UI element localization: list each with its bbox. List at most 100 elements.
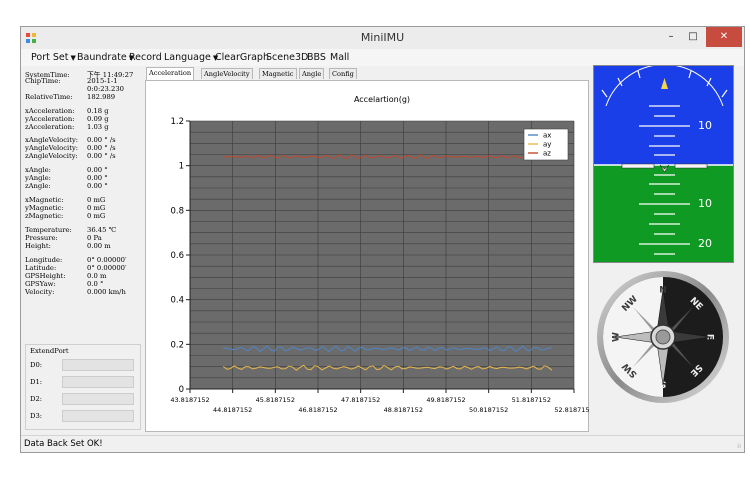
- close-button[interactable]: ✕: [706, 27, 742, 47]
- x-tick-label: 49.8187152: [426, 396, 465, 404]
- attitude-indicator: 10 10 20: [594, 66, 733, 262]
- port-d2-field[interactable]: [62, 393, 134, 405]
- readout-row: yAngle: 0.00 °: [25, 174, 108, 182]
- y-tick-label: 1: [179, 162, 184, 172]
- readout-row: xMagnetic: 0 mG: [25, 196, 105, 204]
- readout-label: yAngle:: [25, 174, 51, 182]
- readout-value: 182.989: [87, 93, 116, 101]
- x-tick-label: 43.8187152: [170, 396, 209, 404]
- readout-row: xAngleVelocity: 0.00 ° /s: [25, 136, 116, 144]
- readout-value: 0.0 m: [87, 272, 107, 280]
- readout-value: 0.00 °: [87, 174, 108, 182]
- readout-value: 36.45 ℃: [87, 226, 117, 234]
- y-tick-label: 0.2: [170, 340, 184, 350]
- readout-value: 0.00 m: [87, 242, 111, 250]
- compass: NNEESESSWWNW: [593, 269, 734, 406]
- readout-value: 0.00 ° /s: [87, 144, 116, 152]
- main-window: MiniIMU – □ ✕ Port Set ▼ Baundrate ▼ Recor…: [20, 26, 745, 453]
- readout-label: RelativeTime:: [25, 93, 73, 101]
- extend-port-title: ExtendPort: [30, 347, 69, 355]
- menu-baundrate[interactable]: Baundrate ▼: [77, 52, 134, 63]
- readout-value: 0.09 g: [87, 115, 109, 123]
- readout-row: Velocity: 0.000 km/h: [25, 288, 126, 296]
- y-tick-label: 0.6: [170, 251, 184, 261]
- x-tick-label: 45.8187152: [256, 396, 295, 404]
- tab-config[interactable]: Config: [329, 68, 357, 79]
- readout-label: Longitude:: [25, 256, 63, 264]
- chart-title: Accelartion(g): [354, 95, 410, 104]
- port-d0-label: D0:: [30, 361, 43, 369]
- readout-label: xMagnetic:: [25, 196, 64, 204]
- readout-row: zMagnetic: 0 mG: [25, 212, 105, 220]
- menu-scene3d[interactable]: Scene3D: [266, 52, 308, 63]
- x-tick-label: 44.8187152: [213, 406, 252, 414]
- readout-label: Velocity:: [25, 288, 55, 296]
- readout-row: GPSYaw: 0.0 °: [25, 280, 103, 288]
- menu-bar: Port Set ▼ Baundrate ▼ Record Language ▼ Cl…: [21, 49, 744, 66]
- readout-row: 0:0:23.230: [25, 85, 124, 93]
- port-d3-field[interactable]: [62, 410, 134, 422]
- tab-angle[interactable]: Angle: [299, 68, 325, 79]
- x-tick-label: 52.8187152: [554, 406, 590, 414]
- legend-label-az: az: [543, 150, 551, 158]
- tab-magnetic[interactable]: Magnetic: [259, 68, 297, 79]
- menu-cleargraph[interactable]: ClearGraph: [215, 52, 269, 63]
- title-bar: MiniIMU – □ ✕: [21, 27, 744, 50]
- readout-label: ChipTime:: [25, 77, 61, 85]
- readout-value: 1.03 g: [87, 123, 109, 131]
- x-tick-label: 50.8187152: [469, 406, 508, 414]
- port-d1-label: D1:: [30, 378, 43, 386]
- y-tick-label: 0: [179, 385, 184, 395]
- readout-label: GPSYaw:: [25, 280, 56, 288]
- tab-anglevelocity[interactable]: AngleVelocity: [201, 68, 253, 79]
- readout-label: zAngleVelocity:: [25, 152, 78, 160]
- tab-acceleration[interactable]: Acceleration: [146, 67, 195, 80]
- legend-label-ax: ax: [543, 132, 551, 140]
- readout-label: Pressure:: [25, 234, 58, 242]
- readout-row: zAcceleration: 1.03 g: [25, 123, 109, 131]
- readout-row: GPSHeight: 0.0 m: [25, 272, 106, 280]
- readout-value: 0:0:23.230: [87, 85, 125, 93]
- readout-value: 0.00 °: [87, 166, 108, 174]
- menu-bbs[interactable]: BBS: [307, 52, 326, 63]
- readout-value: 0° 0.00000′: [87, 256, 127, 264]
- readout-label: xAcceleration:: [25, 107, 75, 115]
- pitch-label-down-10: 10: [698, 197, 712, 210]
- resize-grip-icon[interactable]: ⁞⁞: [737, 443, 741, 450]
- menu-mall[interactable]: Mall: [330, 52, 349, 63]
- window-title: MiniIMU: [360, 31, 405, 44]
- port-d0-field[interactable]: [62, 359, 134, 371]
- pitch-label-down-20: 20: [698, 237, 712, 250]
- readout-row: xAngle: 0.00 °: [25, 166, 108, 174]
- readout-row: xAcceleration: 0.18 g: [25, 107, 109, 115]
- readout-value: 2015-1-1: [87, 77, 118, 85]
- readout-label: xAngle:: [25, 166, 51, 174]
- readout-label: zMagnetic:: [25, 212, 64, 220]
- minimize-button[interactable]: –: [660, 27, 682, 47]
- x-tick-label: 46.8187152: [298, 406, 337, 414]
- readout-label: yMagnetic:: [25, 204, 64, 212]
- menu-record[interactable]: Record: [129, 52, 162, 63]
- x-tick-label: 47.8187152: [341, 396, 380, 404]
- extend-port-group: ExtendPort D0: D1: D2: D3:: [25, 344, 141, 430]
- readout-label: Height:: [25, 242, 51, 250]
- readout-label: GPSHeight:: [25, 272, 66, 280]
- compass-dial: NNEESESSWWNW: [597, 271, 729, 403]
- menu-port-set[interactable]: Port Set ▼: [31, 52, 76, 63]
- readout-row: Latitude: 0° 0.00000′: [25, 264, 127, 272]
- chart-panel: Accelartion(g) 0 0.2 0.4 0.6 0.8 1 1.2 43.818715…: [145, 80, 590, 432]
- readout-value: 0.00 °: [87, 182, 108, 190]
- readout-label: zAngle:: [25, 182, 51, 190]
- readout-value: 0 mG: [87, 212, 106, 220]
- y-tick-label: 1.2: [170, 117, 184, 127]
- maximize-button[interactable]: □: [682, 27, 704, 47]
- readout-row: yAngleVelocity: 0.00 ° /s: [25, 144, 116, 152]
- readout-value: 0.00 ° /s: [87, 136, 116, 144]
- status-bar: Data Back Set OK! ⁞⁞: [21, 435, 744, 452]
- port-d1-field[interactable]: [62, 376, 134, 388]
- readout-label: Temperature:: [25, 226, 72, 234]
- readout-panel: SystemTime: 下午 11:49:27 ChipTime: 2015-1-1 0…: [23, 69, 141, 432]
- menu-language[interactable]: Language ▼: [164, 52, 218, 63]
- pitch-label-up-10: 10: [698, 119, 712, 132]
- readout-value: 0.18 g: [87, 107, 109, 115]
